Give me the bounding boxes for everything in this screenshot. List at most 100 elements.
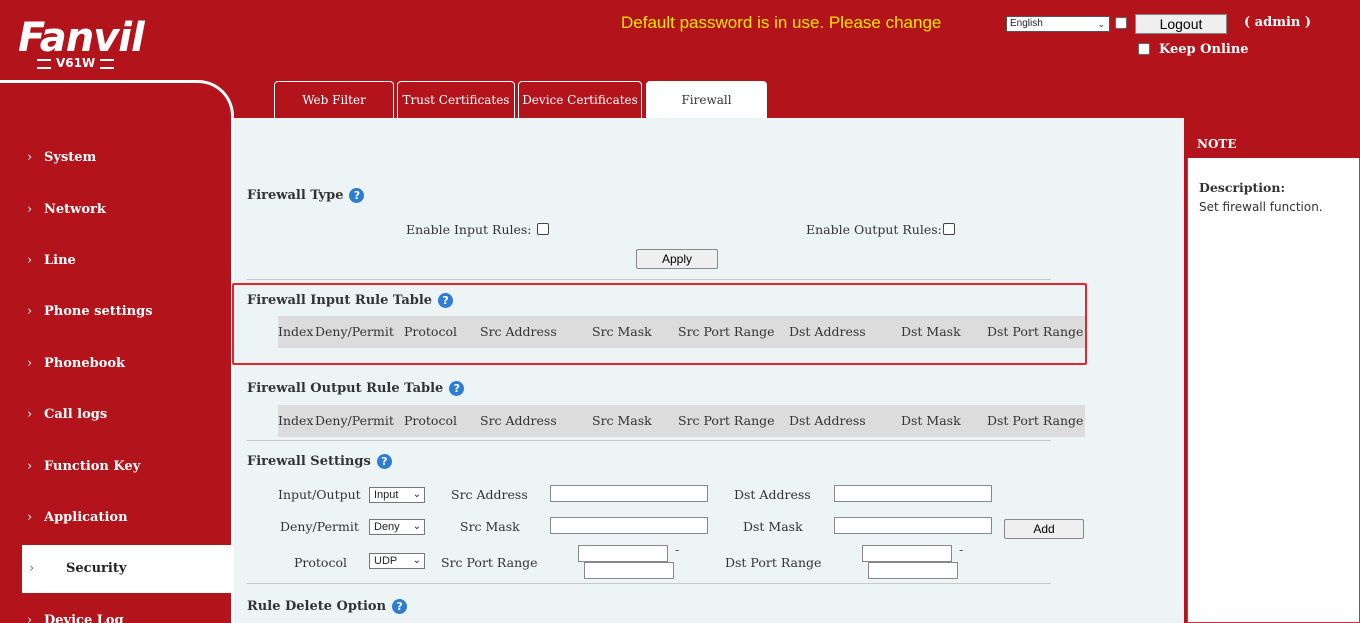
sidebar-item-phonebook[interactable]: › Phonebook <box>0 340 231 388</box>
divider <box>247 279 1051 280</box>
sidebar-item-phone-settings[interactable]: › Phone settings <box>0 288 231 336</box>
range-separator: - <box>959 543 964 557</box>
select-value: Input <box>374 489 399 501</box>
section-title: Firewall Type <box>247 188 344 203</box>
select-value: UDP <box>374 555 398 567</box>
current-user: ( admin ) <box>1244 15 1312 30</box>
sidebar-item-system[interactable]: › System <box>0 134 231 182</box>
column-header: Protocol <box>404 413 457 428</box>
section-title: Rule Delete Option <box>247 599 387 614</box>
enable-output-rules-label: Enable Output Rules: <box>806 222 942 237</box>
chevron-right-icon: › <box>27 356 33 371</box>
keep-online-checkbox[interactable] <box>1138 43 1150 55</box>
chevron-right-icon: › <box>27 459 33 474</box>
sidebar-item-label: Line <box>44 253 76 268</box>
model-name: V61W <box>32 56 119 70</box>
sidebar-item-call-logs[interactable]: › Call logs <box>0 391 231 439</box>
sidebar-item-label: Phone settings <box>44 304 153 319</box>
enable-output-rules-checkbox[interactable] <box>943 223 955 235</box>
main-panel: Firewall Type? Enable Input Rules: Enabl… <box>234 118 1184 623</box>
chevron-right-icon: › <box>27 150 33 165</box>
src-port-range-label: Src Port Range <box>441 555 538 570</box>
dst-address-input[interactable] <box>834 485 992 502</box>
src-address-label: Src Address <box>451 487 528 502</box>
dst-port-end-input[interactable] <box>868 562 958 579</box>
src-mask-input[interactable] <box>550 517 708 534</box>
firewall-settings-section: Firewall Settings? <box>247 454 392 470</box>
column-header: Dst Address <box>789 413 866 428</box>
column-header: Src Mask <box>592 413 652 428</box>
src-address-input[interactable] <box>550 485 708 502</box>
column-header: Dst Port Range <box>987 413 1084 428</box>
src-port-end-input[interactable] <box>584 562 674 579</box>
input-output-select[interactable]: Input ⌄ <box>369 487 425 503</box>
dst-port-range-label: Dst Port Range <box>725 555 822 570</box>
chevron-down-icon: ⌄ <box>412 489 421 500</box>
chevron-right-icon: › <box>27 613 33 623</box>
dst-mask-label: Dst Mask <box>743 519 803 534</box>
chevron-right-icon: › <box>27 202 33 217</box>
src-port-start-input[interactable] <box>578 545 668 562</box>
header-checkbox[interactable] <box>1115 17 1127 29</box>
help-icon[interactable]: ? <box>449 381 465 396</box>
note-header: NOTE <box>1187 130 1360 158</box>
sidebar-item-label: Device Log <box>44 613 124 623</box>
fanvil-logo: Fanvil V61W <box>12 14 152 72</box>
language-value: English <box>1010 18 1043 29</box>
deny-permit-select[interactable]: Deny ⌄ <box>369 519 425 535</box>
divider <box>247 583 1051 584</box>
note-description: Set firewall function. <box>1199 200 1323 214</box>
column-header: Dst Mask <box>901 413 961 428</box>
column-header: Src Address <box>480 413 557 428</box>
tab-trust-certificates[interactable]: Trust Certificates <box>397 81 515 118</box>
column-header: Index <box>278 413 314 428</box>
firewall-output-rule-table-section: Firewall Output Rule Table? <box>247 381 465 397</box>
protocol-label: Protocol <box>294 555 347 570</box>
input-rule-table-highlight <box>232 283 1087 365</box>
firewall-type-section: Firewall Type? <box>247 188 365 204</box>
rule-delete-option-section: Rule Delete Option? <box>247 599 408 615</box>
sidebar-item-line[interactable]: › Line <box>0 237 231 285</box>
sidebar-item-label: Application <box>44 510 128 525</box>
dst-address-label: Dst Address <box>734 487 811 502</box>
tab-firewall[interactable]: Firewall <box>646 81 767 119</box>
sidebar: › System › Network › Line › Phone settings ›… <box>0 80 234 623</box>
note-panel: Description: Set firewall function. <box>1187 158 1360 623</box>
default-password-warning[interactable]: Default password is in use. Please chang… <box>621 13 941 33</box>
section-title: Firewall Output Rule Table <box>247 381 444 396</box>
dst-port-start-input[interactable] <box>862 545 952 562</box>
deny-permit-label: Deny/Permit <box>280 519 359 534</box>
column-header: Src Port Range <box>678 413 775 428</box>
tab-web-filter[interactable]: Web Filter <box>274 81 394 118</box>
add-button[interactable]: Add <box>1004 519 1084 539</box>
dst-mask-input[interactable] <box>834 517 992 534</box>
help-icon[interactable]: ? <box>376 454 392 469</box>
sidebar-item-function-key[interactable]: › Function Key <box>0 443 231 491</box>
sidebar-item-application[interactable]: › Application <box>0 494 231 542</box>
language-select[interactable]: English ⌄ <box>1006 16 1110 32</box>
chevron-right-icon: › <box>27 253 33 268</box>
sidebar-item-device-log[interactable]: › Device Log <box>0 597 231 623</box>
select-value: Deny <box>374 521 400 533</box>
chevron-right-icon: › <box>27 407 33 422</box>
enable-input-rules-checkbox[interactable] <box>537 223 549 235</box>
apply-button[interactable]: Apply <box>636 249 718 269</box>
sidebar-item-label: Network <box>44 202 106 217</box>
logout-button[interactable]: Logout <box>1135 14 1227 34</box>
input-output-label: Input/Output <box>278 487 361 502</box>
chevron-right-icon: › <box>29 561 35 576</box>
sidebar-item-network[interactable]: › Network <box>0 186 231 234</box>
chevron-right-icon: › <box>27 510 33 525</box>
tab-device-certificates[interactable]: Device Certificates <box>518 81 642 118</box>
src-mask-label: Src Mask <box>460 519 520 534</box>
sidebar-item-security[interactable]: › Security <box>22 545 231 593</box>
help-icon[interactable]: ? <box>392 599 408 614</box>
divider <box>247 440 1051 441</box>
protocol-select[interactable]: UDP ⌄ <box>369 553 425 569</box>
note-description-title: Description: <box>1199 180 1286 195</box>
sidebar-item-label: System <box>44 150 97 165</box>
help-icon[interactable]: ? <box>349 188 365 203</box>
chevron-down-icon: ⌄ <box>412 555 421 566</box>
range-separator: - <box>675 543 680 557</box>
logo-text: Fanvil <box>18 15 145 61</box>
